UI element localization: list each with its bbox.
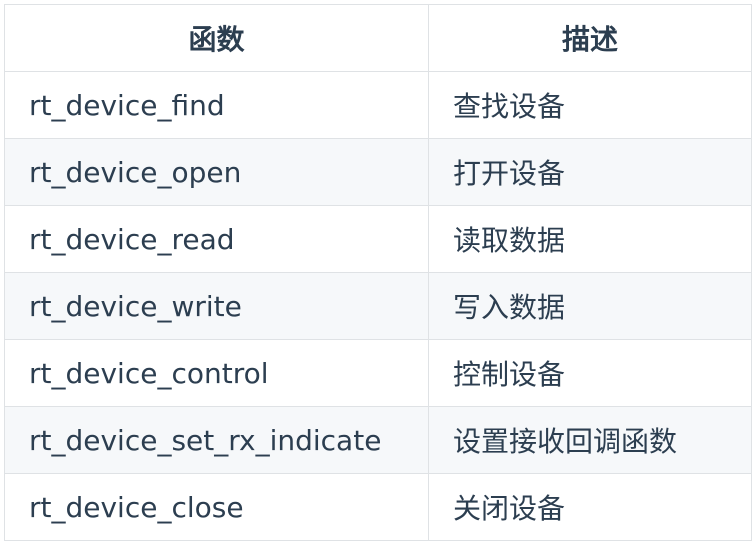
api-table-container: 函数 描述 rt_device_find 查找设备 rt_device_open… [4,4,752,550]
function-name-cell: rt_device_set_rx_indicate [4,406,429,474]
table-row: rt_device_find 查找设备 [4,71,752,139]
description-cell: 查找设备 [428,71,752,139]
description-cell: 控制设备 [428,339,752,407]
function-name-cell: rt_device_open [4,138,429,206]
description-cell: 打开设备 [428,138,752,206]
description-cell: 读取数据 [428,205,752,273]
table-row: rt_device_open 打开设备 [4,138,752,206]
function-name-cell: rt_device_read [4,205,429,273]
function-name-cell: rt_device_control [4,339,429,407]
description-cell: 写入数据 [428,272,752,340]
table-row: rt_device_read 读取数据 [4,205,752,273]
function-name-cell: rt_device_find [4,71,429,139]
column-header-description: 描述 [428,4,752,72]
function-name-cell: rt_device_write [4,272,429,340]
description-cell: 设置接收回调函数 [428,406,752,474]
table-row: rt_device_control 控制设备 [4,339,752,407]
function-name-cell: rt_device_close [4,473,429,541]
description-cell: 关闭设备 [428,473,752,541]
table-row: rt_device_write 写入数据 [4,272,752,340]
device-api-table: 函数 描述 rt_device_find 查找设备 rt_device_open… [4,4,752,541]
table-header-row: 函数 描述 [4,4,752,72]
table-row: rt_device_close 关闭设备 [4,473,752,541]
column-header-function: 函数 [4,4,429,72]
table-row: rt_device_set_rx_indicate 设置接收回调函数 [4,406,752,474]
